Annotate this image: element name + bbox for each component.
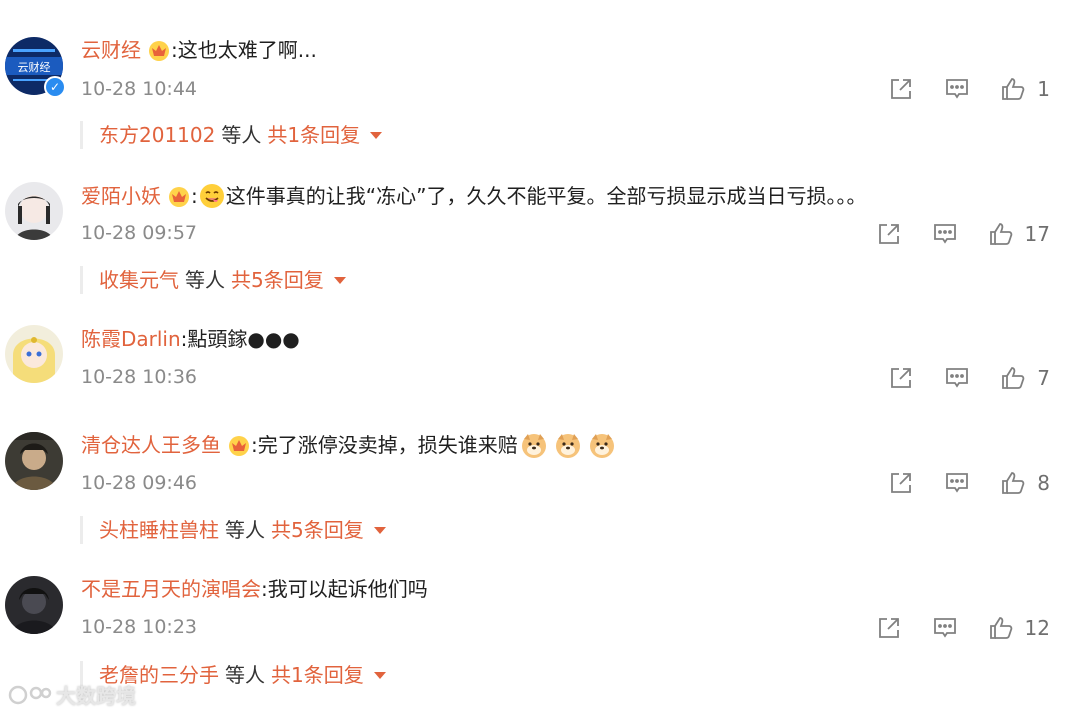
reply-username[interactable]: 头柱睡柱兽柱 <box>99 518 219 542</box>
svg-text:云财经: 云财经 <box>18 60 51 74</box>
watermark: 大数跨境 <box>8 680 136 709</box>
expand-caret-icon[interactable] <box>333 277 346 284</box>
like-icon[interactable] <box>987 220 1015 248</box>
comment-icon[interactable] <box>931 220 959 248</box>
comment-text: 这件事真的让我“冻心”了，久久不能平复。全部亏损显示成当日亏损。。。 <box>225 184 867 208</box>
reply-count-link[interactable]: 共5条回复 <box>231 268 324 292</box>
watermark-logo-icon <box>8 683 52 707</box>
username-link[interactable]: 爱陌小妖 <box>81 184 161 208</box>
verified-badge-icon: ✓ <box>44 76 66 98</box>
like-icon[interactable] <box>999 75 1027 103</box>
expand-caret-icon[interactable] <box>370 132 383 139</box>
avatar[interactable] <box>5 325 63 383</box>
share-icon[interactable] <box>875 220 903 248</box>
comment-time: 10-28 10:23 <box>81 616 198 638</box>
reply-summary[interactable]: 头柱睡柱兽柱 等人 共5条回复 <box>80 516 386 544</box>
username-link[interactable]: 陈霞Darlin <box>81 327 181 351</box>
share-icon[interactable] <box>887 75 915 103</box>
doge-emoji-icon <box>588 431 616 459</box>
share-icon[interactable] <box>875 614 903 642</box>
expand-caret-icon[interactable] <box>373 527 386 534</box>
yummy-emoji-icon <box>198 182 226 210</box>
crown-badge-icon <box>227 434 251 456</box>
share-icon[interactable] <box>887 469 915 497</box>
reply-count-link[interactable]: 共5条回复 <box>271 518 364 542</box>
comment-time: 10-28 10:44 <box>81 78 198 100</box>
like-count: 7 <box>1037 366 1050 390</box>
like-icon[interactable] <box>999 364 1027 392</box>
comment-time: 10-28 09:46 <box>81 472 198 494</box>
username-link[interactable]: 云财经 <box>81 38 141 62</box>
like-count: 17 <box>1024 222 1050 246</box>
like-icon[interactable] <box>999 469 1027 497</box>
share-icon[interactable] <box>887 364 915 392</box>
comment-text: :完了涨停没卖掉，损失谁来赔 <box>251 433 518 457</box>
avatar[interactable] <box>5 432 63 490</box>
username-link[interactable]: 不是五月天的演唱会 <box>81 577 261 601</box>
username-link[interactable]: 清仓达人王多鱼 <box>81 433 221 457</box>
comment-icon[interactable] <box>943 364 971 392</box>
reply-count-link[interactable]: 共1条回复 <box>267 123 360 147</box>
reply-username[interactable]: 东方201102 <box>99 123 215 147</box>
comment-icon[interactable] <box>943 469 971 497</box>
avatar[interactable] <box>5 576 63 634</box>
crown-badge-icon <box>167 185 191 207</box>
reply-summary[interactable]: 收集元气 等人 共5条回复 <box>80 266 346 294</box>
comment-text: :这也太难了啊... <box>171 38 317 62</box>
doge-emoji-icon <box>520 431 548 459</box>
like-count: 1 <box>1037 77 1050 101</box>
crown-badge-icon <box>147 39 171 61</box>
expand-caret-icon[interactable] <box>373 672 386 679</box>
comment-icon[interactable] <box>931 614 959 642</box>
reply-summary[interactable]: 东方201102 等人 共1条回复 <box>80 121 383 149</box>
like-count: 8 <box>1037 471 1050 495</box>
doge-emoji-icon <box>554 431 582 459</box>
comment-icon[interactable] <box>943 75 971 103</box>
comment-time: 10-28 10:36 <box>81 366 198 388</box>
comment-text: :點頭鎵●●● <box>180 327 300 351</box>
watermark-text: 大数跨境 <box>56 684 136 708</box>
like-icon[interactable] <box>987 614 1015 642</box>
like-count: 12 <box>1024 616 1050 640</box>
reply-username[interactable]: 收集元气 <box>99 268 179 292</box>
avatar[interactable] <box>5 182 63 240</box>
comment-time: 10-28 09:57 <box>81 222 198 244</box>
comment-text: :我可以起诉他们吗 <box>261 577 428 601</box>
reply-count-link[interactable]: 共1条回复 <box>271 663 364 687</box>
